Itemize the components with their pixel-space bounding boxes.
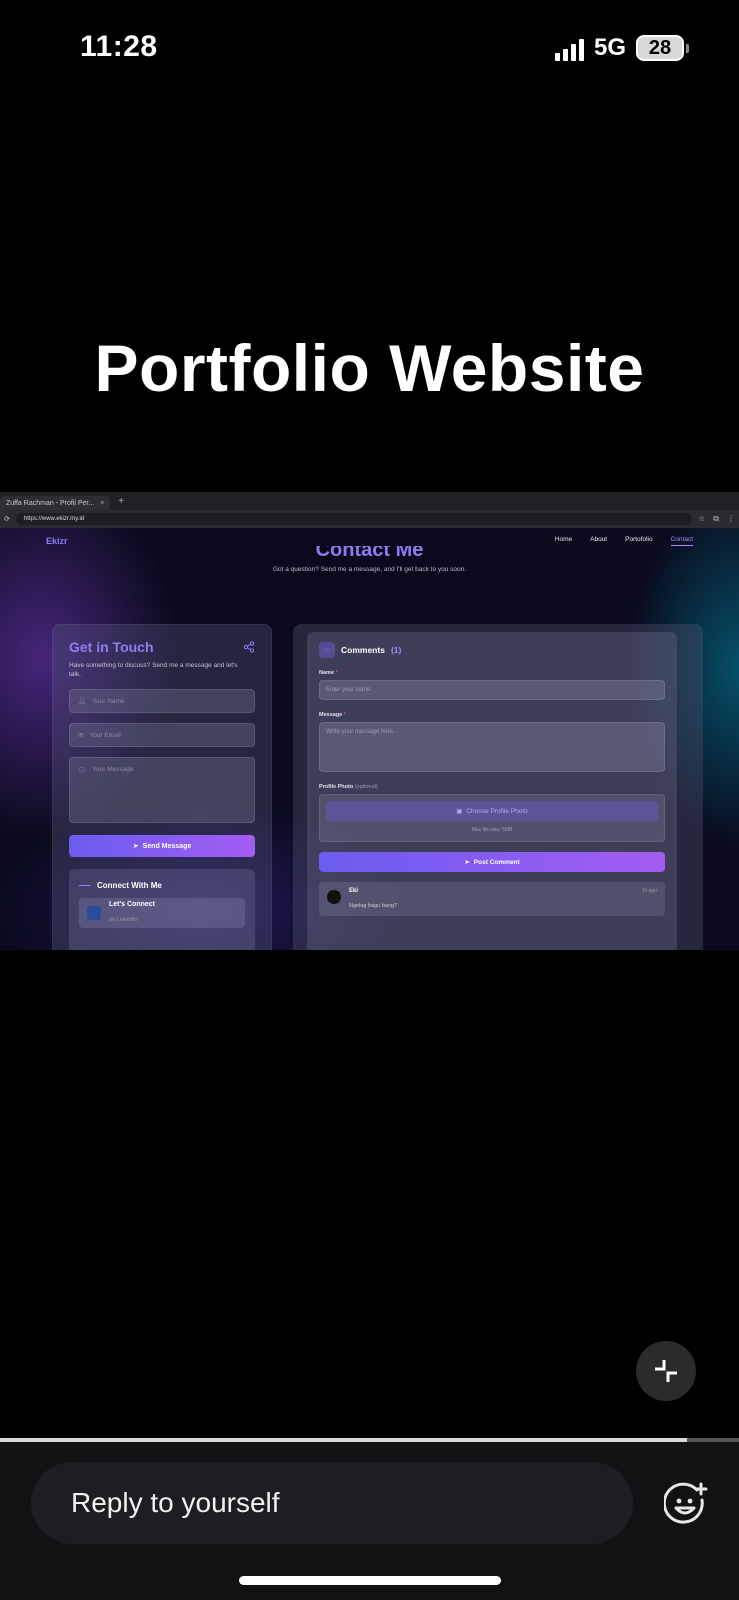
linkedin-icon <box>87 906 101 920</box>
site-nav-links: Home About Portofolio Contact <box>555 536 693 546</box>
photo-label: Profile Photo (optional) <box>319 784 378 790</box>
emoji-reaction-button[interactable] <box>662 1482 708 1526</box>
browser-tab-title: Zuffa Rachman - Profil Per... <box>6 499 95 507</box>
message-label: Message * <box>319 712 346 718</box>
extension-icon: ⧉ <box>713 514 719 523</box>
name-label: Name * <box>319 670 338 676</box>
photo-upload: ▣ Choose Profile Photo Max file size: 5M… <box>319 794 665 842</box>
nav-portfolio: Portofolio <box>625 536 653 543</box>
linkedin-subtitle: on LinkedIn <box>109 916 138 923</box>
menu-icon: ⋮ <box>727 514 735 523</box>
nav-home: Home <box>554 536 573 543</box>
section-subtitle: Got a question? Send me a message, and I… <box>272 566 467 573</box>
section-title: Contact Me <box>315 546 424 561</box>
comments-title: Comments <box>341 645 385 655</box>
close-icon: × <box>100 499 105 507</box>
collapse-button[interactable] <box>636 1341 696 1401</box>
reply-input[interactable]: Reply to yourself <box>31 1462 633 1544</box>
url-text: https://www.ekizr.my.id <box>23 516 85 522</box>
avatar <box>327 890 341 904</box>
email-placeholder: Your Email <box>89 731 121 739</box>
message-placeholder: Your Message <box>92 766 134 773</box>
linkedin-link: Let's Connect on LinkedIn <box>79 898 245 928</box>
user-icon: 👤︎ <box>78 698 87 705</box>
email-field: ✉ Your Email <box>69 723 255 747</box>
collapse-icon <box>655 1360 677 1382</box>
comment-icon: ◌ <box>319 642 335 658</box>
chat-icon: 🗨︎ <box>78 767 87 774</box>
send-icon: ➤ <box>464 859 470 866</box>
nav-contact: Contact <box>670 536 693 546</box>
comments-card: ◌ Comments (1) Name * Enter your name Me… <box>293 624 703 950</box>
comment-message-field: Write your message here... <box>319 722 665 772</box>
contact-card: Get in Touch Have something to discuss? … <box>52 624 272 950</box>
name-field: 👤︎ Your Name <box>69 689 255 713</box>
browser-addressbar: ⟳ https://www.ekizr.my.id ☆ ⧉ ⋮ <box>0 510 739 528</box>
max-size-note: Max file size: 5MB <box>471 827 513 833</box>
browser-tabbar: Zuffa Rachman - Profil Per... × + <box>0 492 739 510</box>
comment-name-field: Enter your name <box>319 680 665 700</box>
send-icon: ➤ <box>132 843 139 850</box>
browser-tab: Zuffa Rachman - Profil Per... × <box>0 496 111 510</box>
reply-placeholder: Reply to yourself <box>71 1487 280 1518</box>
comment-author: Eki <box>349 888 359 894</box>
connect-title: Connect With Me <box>79 881 245 890</box>
home-indicator[interactable] <box>239 1576 501 1585</box>
comments-count: (1) <box>390 645 402 655</box>
status-indicators: 5G 28 <box>554 34 689 62</box>
new-tab-icon: + <box>118 495 125 507</box>
send-message-button: ➤ Send Message <box>69 835 255 857</box>
comments-panel: ◌ Comments (1) Name * Enter your name Me… <box>307 632 677 950</box>
network-type: 5G <box>593 34 626 61</box>
linkedin-title: Let's Connect <box>109 900 156 908</box>
comment-item: Eki Ngelag bagu bang? 1h ago <box>319 882 665 916</box>
site-logo: Ekizr <box>46 536 68 546</box>
nav-about: About <box>590 536 608 543</box>
connect-card: Connect With Me Let's Connect on LinkedI… <box>69 869 255 950</box>
send-message-label: Send Message <box>142 842 192 850</box>
signal-icon <box>554 35 584 61</box>
status-time: 11:28 <box>80 30 158 63</box>
post-comment-label: Post Comment <box>473 858 520 866</box>
status-bar: 11:28 5G 28 <box>0 0 739 100</box>
comments-header: ◌ Comments (1) <box>319 642 665 658</box>
battery-icon: 28 <box>636 35 689 61</box>
browser-screenshot: Zuffa Rachman - Profil Per... × + ⟳ http… <box>0 492 739 950</box>
share-icon <box>243 641 255 653</box>
name-placeholder: Your Name <box>92 697 125 705</box>
comment-text: Ngelag bagu bang? <box>349 903 398 909</box>
reload-icon: ⟳ <box>4 516 10 523</box>
story-title: Portfolio Website <box>94 331 645 405</box>
mail-icon: ✉ <box>78 732 84 739</box>
url-field: https://www.ekizr.my.id <box>15 513 693 525</box>
battery-level: 28 <box>636 35 684 61</box>
image-icon: ▣ <box>456 808 463 815</box>
message-field: 🗨︎ Your Message <box>69 757 255 823</box>
star-icon: ☆ <box>698 514 706 523</box>
browser-toolbar-icons: ☆ ⧉ ⋮ <box>698 514 735 524</box>
post-comment-button: ➤ Post Comment <box>319 852 665 872</box>
emoji-add-icon <box>662 1482 708 1524</box>
contact-description: Have something to discuss? Send me a mes… <box>69 662 238 678</box>
contact-title: Get in Touch <box>69 639 154 655</box>
website-page: Ekizr Home About Portofolio Contact Cont… <box>0 528 739 950</box>
choose-photo-button: ▣ Choose Profile Photo <box>326 801 658 821</box>
comment-time: 1h ago <box>641 888 657 894</box>
choose-photo-label: Choose Profile Photo <box>466 807 528 815</box>
